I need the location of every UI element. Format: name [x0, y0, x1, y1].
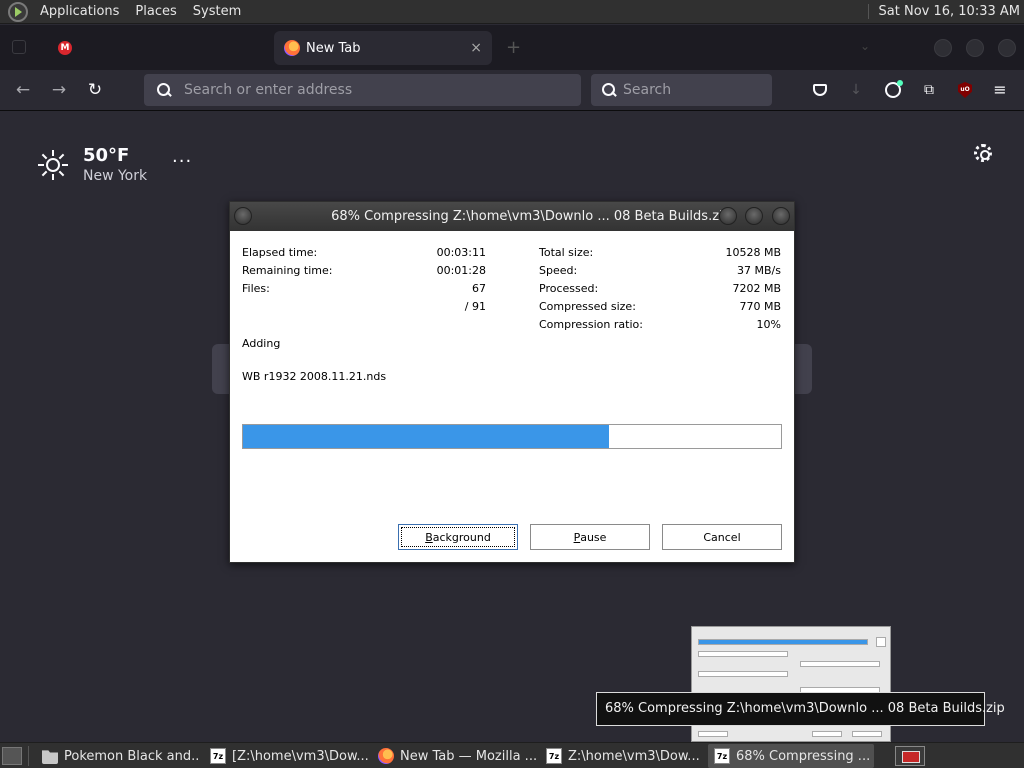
download-icon[interactable]: ↓ [846, 80, 866, 100]
search-icon [156, 82, 172, 98]
speed-label: Speed: [539, 264, 578, 277]
search-icon [601, 82, 617, 98]
files-value: 67 [472, 282, 486, 295]
new-tab-button[interactable]: + [506, 37, 521, 58]
processed-label: Processed: [539, 282, 599, 295]
list-all-tabs-button[interactable]: ⌄ [860, 39, 870, 53]
elapsed-time-label: Elapsed time: [242, 246, 318, 259]
show-desktop-icon[interactable] [2, 746, 22, 765]
firefox-icon [378, 748, 394, 764]
taskbar-item-pokemon-folder[interactable]: Pokemon Black and... [36, 744, 200, 768]
firefox-icon [284, 40, 300, 56]
files-total-value: / 91 [464, 300, 486, 313]
account-icon[interactable] [883, 80, 903, 100]
remaining-time-value: 00:01:28 [436, 264, 486, 277]
taskbar-item-7zip-archive[interactable]: 7z [Z:\home\vm3\Dow... [204, 744, 370, 768]
applications-menu[interactable]: Applications [32, 0, 127, 24]
compressed-size-label: Compressed size: [539, 300, 636, 313]
pocket-icon[interactable] [810, 80, 830, 100]
clock[interactable]: Sat Nov 16, 10:33 AM [867, 4, 1024, 19]
panel-separator [28, 745, 29, 766]
files-label: Files: [242, 282, 270, 295]
firefox-view-icon[interactable] [12, 40, 26, 54]
extensions-icon[interactable]: ⧉ [919, 80, 939, 100]
speed-value: 37 MB/s [737, 264, 781, 277]
cancel-button[interactable]: Cancel [662, 524, 782, 550]
url-input[interactable]: Search or enter address [184, 82, 352, 98]
maximize-window-button[interactable] [966, 39, 984, 57]
7zip-icon: 7z [210, 748, 226, 764]
progress-fill [243, 425, 609, 448]
minimize-window-button[interactable] [934, 39, 952, 57]
ublock-origin-icon[interactable]: uO [955, 80, 975, 100]
top-panel: Applications Places System Sat Nov 16, 1… [0, 0, 1024, 24]
forward-arrow-icon[interactable]: → [48, 79, 70, 101]
7zip-icon: 7z [546, 748, 562, 764]
7zip-icon: 7z [714, 748, 730, 764]
mate-logo-icon[interactable] [8, 1, 28, 22]
progress-bar [242, 424, 782, 449]
weather-menu-button[interactable]: ··· [172, 151, 192, 172]
status-text: Adding [242, 337, 281, 350]
url-bar[interactable]: Search or enter address [144, 74, 581, 106]
reload-icon[interactable]: ↻ [84, 79, 106, 101]
current-file-name: WB r1932 2008.11.21.nds [242, 370, 387, 383]
tab-bar: M New Tab × + ⌄ [0, 25, 1024, 70]
app-menu-icon[interactable]: ≡ [990, 80, 1010, 100]
bottom-panel: Pokemon Black and... 7z [Z:\home\vm3\Dow… [0, 742, 1024, 768]
weather-widget[interactable]: 50°F New York [38, 145, 147, 184]
close-window-button[interactable] [998, 39, 1016, 57]
places-menu[interactable]: Places [127, 0, 184, 24]
remaining-time-label: Remaining time: [242, 264, 333, 277]
weather-temperature: 50°F [83, 145, 130, 166]
taskbar-item-compressing[interactable]: 7z 68% Compressing ... [708, 744, 874, 768]
dialog-body: Elapsed time: 00:03:11 Remaining time: 0… [230, 231, 794, 564]
elapsed-time-value: 00:03:11 [436, 246, 486, 259]
taskbar-item-7zip-filemanager[interactable]: 7z Z:\home\vm3\Dow... [540, 744, 706, 768]
maximize-button[interactable] [745, 207, 763, 225]
search-input[interactable]: Search [623, 82, 671, 98]
close-button[interactable] [772, 207, 790, 225]
mega-icon: M [58, 41, 72, 55]
gear-icon[interactable] [974, 144, 992, 162]
compressed-size-value: 770 MB [739, 300, 781, 313]
total-size-value: 10528 MB [725, 246, 781, 259]
dialog-title: 68% Compressing Z:\home\vm3\Downlo ... 0… [331, 209, 731, 224]
workspace-switcher[interactable] [895, 746, 925, 766]
compression-ratio-value: 10% [756, 318, 781, 331]
system-menu[interactable]: System [185, 0, 249, 24]
close-tab-icon[interactable]: × [470, 40, 482, 56]
search-bar[interactable]: Search [591, 74, 772, 106]
taskbar-tooltip: 68% Compressing Z:\home\vm3\Downlo ... 0… [596, 692, 1005, 726]
minimize-button[interactable] [719, 207, 737, 225]
folder-icon [42, 750, 58, 764]
tab-mega-pinned[interactable]: M [48, 31, 144, 65]
back-arrow-icon[interactable]: ← [12, 79, 34, 101]
compress-progress-dialog: 68% Compressing Z:\home\vm3\Downlo ... 0… [229, 201, 795, 563]
taskbar-item-firefox[interactable]: New Tab — Mozilla ... [372, 744, 538, 768]
background-button[interactable]: Background [398, 524, 518, 550]
nav-bar: ← → ↻ Search or enter address Search ↓ ⧉… [0, 70, 1024, 111]
tab-title: New Tab [306, 40, 361, 56]
total-size-label: Total size: [539, 246, 594, 259]
dialog-titlebar[interactable]: 68% Compressing Z:\home\vm3\Downlo ... 0… [230, 202, 794, 231]
weather-city: New York [83, 168, 148, 184]
search-box-edge [794, 344, 812, 394]
tab-new-tab[interactable]: New Tab × [274, 31, 492, 65]
sun-icon [38, 150, 68, 180]
pause-button[interactable]: Pause [530, 524, 650, 550]
compression-ratio-label: Compression ratio: [539, 318, 643, 331]
processed-value: 7202 MB [732, 282, 781, 295]
